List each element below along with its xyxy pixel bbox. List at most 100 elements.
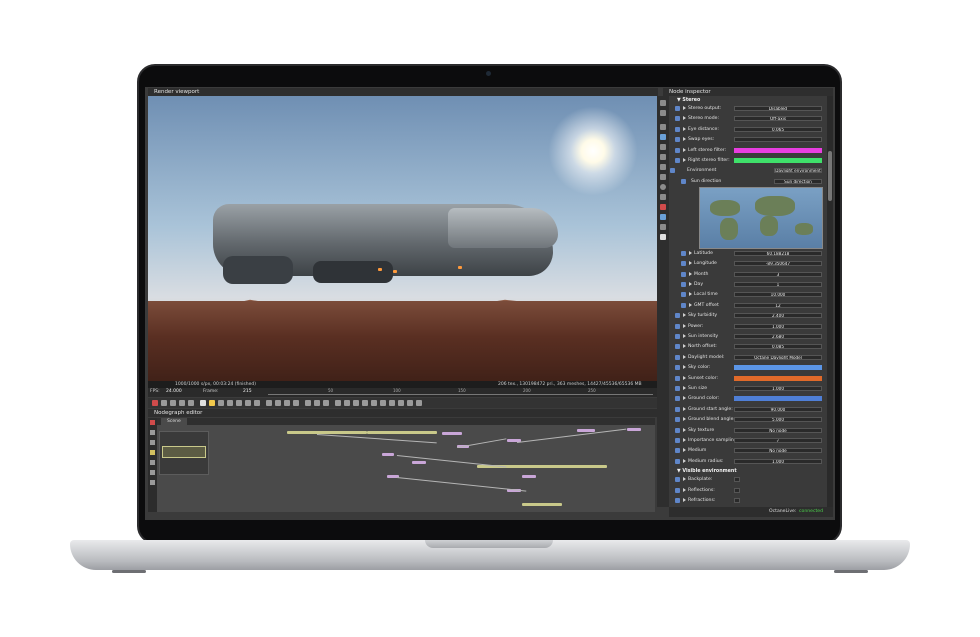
image-icon[interactable] xyxy=(660,224,666,230)
graph-node[interactable] xyxy=(627,428,641,431)
rotate-icon[interactable] xyxy=(380,400,386,406)
expand-icon[interactable] xyxy=(683,438,686,442)
checkbox-icon[interactable] xyxy=(675,427,680,433)
expand-icon[interactable] xyxy=(683,487,686,492)
tab-scene[interactable]: Scene xyxy=(161,418,187,425)
expand-icon[interactable] xyxy=(683,137,686,142)
expand-icon[interactable] xyxy=(683,417,686,422)
expand-icon[interactable] xyxy=(689,292,692,297)
restart-icon[interactable] xyxy=(188,400,194,406)
expand-icon[interactable] xyxy=(689,271,692,276)
expand-icon[interactable] xyxy=(683,375,686,380)
parameter-value[interactable]: Off-axis xyxy=(734,116,822,122)
expand-icon[interactable] xyxy=(683,406,686,411)
checkbox-icon[interactable] xyxy=(681,271,686,277)
checkbox-icon[interactable] xyxy=(675,448,680,454)
parameter-value[interactable]: 3 xyxy=(734,271,822,277)
link-icon[interactable] xyxy=(150,480,155,485)
stop-render-icon[interactable] xyxy=(179,400,185,406)
pause-icon[interactable] xyxy=(200,400,206,406)
object-picker-icon[interactable] xyxy=(284,400,290,406)
region-icon[interactable] xyxy=(227,400,233,406)
expand-icon[interactable] xyxy=(683,427,686,432)
expand-icon[interactable] xyxy=(683,498,686,502)
checkbox-icon[interactable] xyxy=(675,344,680,350)
checkbox-icon[interactable] xyxy=(681,178,686,184)
parameter-value[interactable]: 1.000 xyxy=(734,458,822,464)
settings-icon[interactable] xyxy=(416,400,422,406)
expand-icon[interactable] xyxy=(683,477,686,482)
checkbox-icon[interactable] xyxy=(675,334,680,339)
world-icon[interactable] xyxy=(398,400,404,406)
info-icon[interactable] xyxy=(660,234,666,240)
frame-value[interactable]: 215 xyxy=(243,389,252,394)
checkbox-icon[interactable] xyxy=(675,396,680,402)
checkbox-icon[interactable] xyxy=(675,313,680,319)
render-viewport[interactable] xyxy=(148,96,658,384)
checkbox-icon[interactable] xyxy=(675,487,680,493)
expand-icon[interactable] xyxy=(683,323,686,328)
section-header[interactable]: ▼ Visible environment xyxy=(669,468,827,475)
scale-icon[interactable] xyxy=(389,400,395,406)
checkbox-icon[interactable] xyxy=(675,126,680,132)
parameter-value[interactable]: 2.400 xyxy=(734,313,822,319)
postprocess-icon[interactable] xyxy=(660,164,666,170)
sun-direction-select[interactable]: Sun direction xyxy=(774,178,822,184)
parameter-value[interactable]: Disabled xyxy=(734,106,822,111)
camera-icon[interactable] xyxy=(161,400,167,406)
render-target-icon[interactable] xyxy=(660,110,666,116)
checkbox-icon[interactable] xyxy=(675,137,680,143)
checkbox-icon[interactable] xyxy=(675,116,680,122)
texture-icon[interactable] xyxy=(660,214,666,220)
environment-icon[interactable] xyxy=(660,134,666,140)
parameter-value[interactable]: 10.000 xyxy=(734,292,822,298)
parameter-value[interactable] xyxy=(734,137,822,143)
parameter-value[interactable]: ✓ xyxy=(734,438,822,443)
parameter-value[interactable]: 0.085 xyxy=(734,344,822,350)
magnifier-icon[interactable] xyxy=(362,400,368,406)
graph-node[interactable] xyxy=(522,475,536,478)
section-header[interactable]: ▼ Stereo xyxy=(669,97,827,104)
sphere-icon[interactable] xyxy=(660,184,666,190)
fit-icon[interactable] xyxy=(254,400,260,406)
ungroup-icon[interactable] xyxy=(150,440,155,445)
checkbox-icon[interactable] xyxy=(675,323,680,329)
expand-icon[interactable] xyxy=(683,354,686,359)
picker-icon[interactable] xyxy=(266,400,272,406)
kernel-icon[interactable] xyxy=(660,154,666,160)
checkbox-icon[interactable] xyxy=(675,158,680,163)
expand-icon[interactable] xyxy=(689,250,692,255)
expand-icon[interactable] xyxy=(683,313,686,318)
parameter-value[interactable]: 12 xyxy=(734,302,822,308)
nodegraph-minimap[interactable] xyxy=(159,431,209,475)
color-swatch[interactable] xyxy=(734,375,822,381)
expand-icon[interactable] xyxy=(689,261,692,266)
settings-icon[interactable] xyxy=(660,174,666,180)
checkbox-icon[interactable] xyxy=(675,354,680,360)
expand-icon[interactable] xyxy=(683,344,686,349)
add-node-icon[interactable] xyxy=(150,420,155,425)
parameter-value[interactable]: 60.188218 xyxy=(734,250,822,256)
group-icon[interactable] xyxy=(150,430,155,435)
checkbox-icon[interactable] xyxy=(681,292,686,298)
expand-icon[interactable] xyxy=(683,147,686,152)
parameter-toggle[interactable] xyxy=(734,487,740,493)
graph-node[interactable] xyxy=(287,431,367,434)
parameter-value[interactable]: 90.000 xyxy=(734,406,822,412)
environment-icon[interactable] xyxy=(670,168,675,174)
layers-icon[interactable] xyxy=(344,400,350,406)
color-swatch[interactable] xyxy=(734,158,822,163)
checkbox-icon[interactable] xyxy=(681,261,686,267)
checkbox-icon[interactable] xyxy=(675,458,680,464)
parameter-value[interactable]: 1.000 xyxy=(734,323,822,329)
expand-icon[interactable] xyxy=(683,458,686,463)
checkbox-icon[interactable] xyxy=(681,302,686,308)
checkbox-icon[interactable] xyxy=(675,498,680,503)
parameter-value[interactable]: Octane Daylight Model xyxy=(734,354,822,360)
parameter-value[interactable]: 1.000 xyxy=(734,386,822,391)
play-icon[interactable] xyxy=(209,400,215,406)
checkbox-icon[interactable] xyxy=(675,386,680,391)
zoom-icon[interactable] xyxy=(245,400,251,406)
checkbox-icon[interactable] xyxy=(675,406,680,412)
graph-node[interactable] xyxy=(577,429,595,432)
